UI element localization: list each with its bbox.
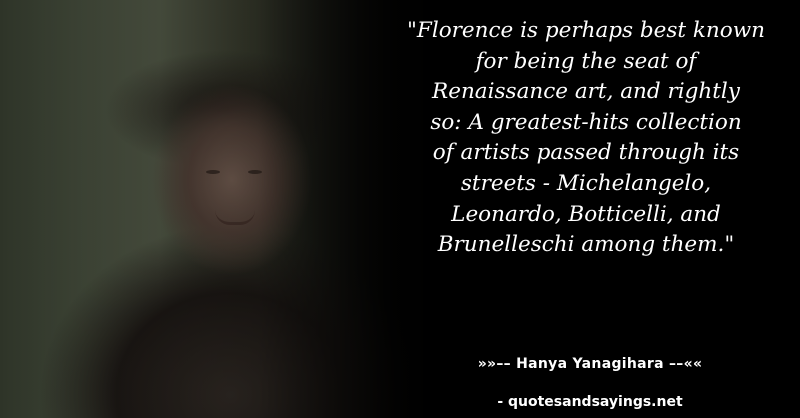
quote-line: streets - Michelangelo, xyxy=(460,170,712,196)
quote-line: for being the seat of xyxy=(475,48,697,74)
photo-eye-left xyxy=(206,170,220,174)
quote-line: Renaissance art, and rightly xyxy=(432,79,740,105)
photo-smile xyxy=(215,210,255,225)
quote-line: of artists passed through its xyxy=(432,140,740,166)
site-credit: - quotesandsayings.net xyxy=(497,394,683,410)
quote-text: "Florence is perhaps best known for bein… xyxy=(400,16,772,261)
quote-line: "Florence is perhaps best known xyxy=(407,18,765,43)
author-attribution: »»–– Hanya Yanagihara ––«« xyxy=(477,356,703,372)
photo-eye-right xyxy=(248,170,262,174)
quote-card: "Florence is perhaps best known for bein… xyxy=(0,0,800,418)
quote-line: Brunelleschi among them." xyxy=(437,232,735,258)
quote-line: so: A greatest-hits collection xyxy=(430,109,742,135)
quote-line: Leonardo, Botticelli, and xyxy=(451,201,721,227)
